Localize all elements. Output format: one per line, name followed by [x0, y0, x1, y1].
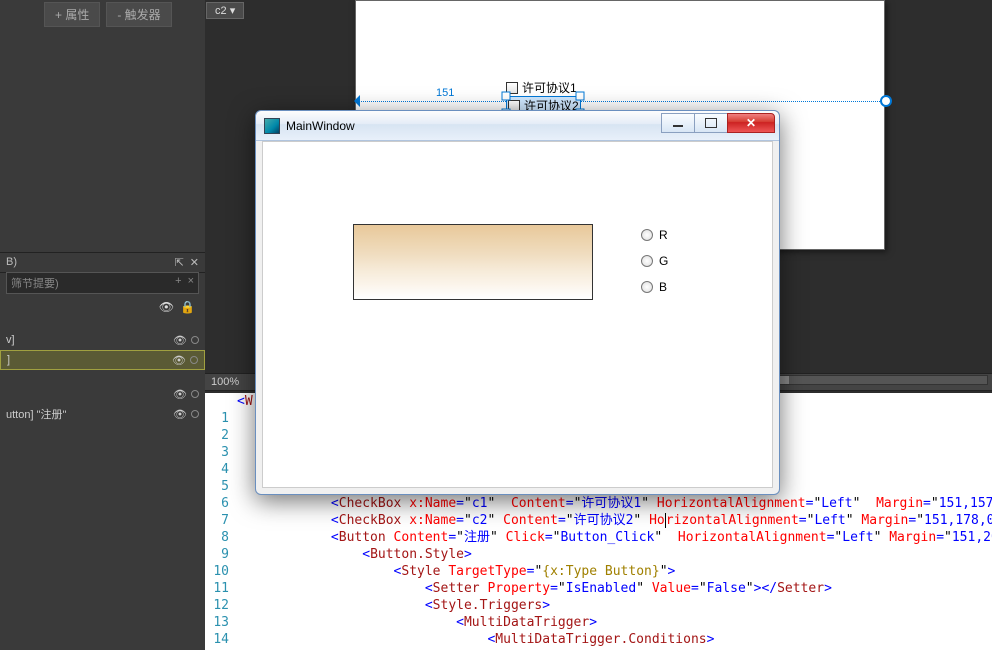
- lock-dot[interactable]: [190, 356, 198, 364]
- minimize-button[interactable]: [661, 113, 695, 133]
- objects-tree: v] 👁 ] 👁 👁 utton] "注册" 👁: [0, 330, 205, 424]
- radio-icon: [641, 281, 653, 293]
- maximize-button[interactable]: [694, 113, 728, 133]
- radio-label: R: [659, 228, 668, 242]
- search-input[interactable]: 筛节提要) + ×: [6, 272, 199, 294]
- selection-handle[interactable]: [502, 92, 511, 101]
- margin-measure-label: 151: [436, 87, 454, 99]
- eye-icon[interactable]: 👁: [159, 300, 174, 314]
- design-checkbox-1[interactable]: 许可协议1: [506, 79, 581, 96]
- radio-label: B: [659, 280, 667, 294]
- lock-dot[interactable]: [191, 336, 199, 344]
- running-window[interactable]: MainWindow R G B: [255, 110, 780, 495]
- selection-guide-line: [356, 101, 884, 102]
- tree-item-grid[interactable]: 👁: [0, 384, 205, 404]
- lock-icon[interactable]: 🔒: [180, 300, 195, 314]
- panel-label: B): [6, 256, 17, 269]
- margin-anchor-right-icon[interactable]: [880, 95, 892, 107]
- eye-icon[interactable]: 👁: [172, 355, 186, 367]
- window-client-area: R G B: [262, 141, 773, 488]
- close-panel-icon[interactable]: ✕: [190, 256, 199, 269]
- eye-icon[interactable]: 👁: [173, 389, 187, 401]
- eye-icon[interactable]: 👁: [173, 335, 187, 347]
- zoom-level[interactable]: 100%: [211, 376, 239, 388]
- chevron-down-icon: ▾: [230, 5, 236, 17]
- line-number-gutter: 1 2 3 4 5 6 7 8 9 10 11 12 13 14 15 16: [205, 393, 235, 650]
- radio-icon: [641, 255, 653, 267]
- left-properties-panel: + 属性 - 触发器 B) ⇱ ✕ 筛节提要) + × 👁 🔒 v] 👁 ] 👁: [0, 0, 205, 650]
- radio-b[interactable]: B: [641, 280, 668, 294]
- tab-c2[interactable]: c2 ▾: [206, 2, 244, 19]
- pin-icon[interactable]: ⇱: [175, 256, 184, 269]
- radio-icon: [641, 229, 653, 241]
- app-icon: [264, 118, 280, 134]
- radio-g[interactable]: G: [641, 254, 668, 268]
- search-clear-icon[interactable]: ×: [188, 275, 194, 291]
- lock-dot[interactable]: [191, 410, 199, 418]
- margin-anchor-left-icon[interactable]: [348, 95, 360, 107]
- window-titlebar[interactable]: MainWindow: [256, 111, 779, 141]
- radio-group: R G B: [641, 228, 668, 306]
- window-title: MainWindow: [286, 119, 355, 133]
- tree-item-button[interactable]: utton] "注册" 👁: [0, 404, 205, 424]
- selection-handle[interactable]: [576, 92, 585, 101]
- radio-r[interactable]: R: [641, 228, 668, 242]
- eye-icon[interactable]: 👁: [173, 409, 187, 421]
- checkbox-label: 许可协议1: [522, 79, 577, 96]
- close-button[interactable]: [727, 113, 775, 133]
- objects-panel-header: B) ⇱ ✕: [0, 252, 205, 273]
- lock-dot[interactable]: [191, 390, 199, 398]
- tree-item-window[interactable]: v] 👁: [0, 330, 205, 350]
- radio-label: G: [659, 254, 668, 268]
- add-property-button[interactable]: + 属性: [44, 2, 100, 27]
- plus-icon[interactable]: +: [175, 275, 181, 291]
- register-button[interactable]: [353, 224, 593, 300]
- tree-item-selected[interactable]: ] 👁: [0, 350, 205, 370]
- triggers-button[interactable]: - 触发器: [106, 2, 171, 27]
